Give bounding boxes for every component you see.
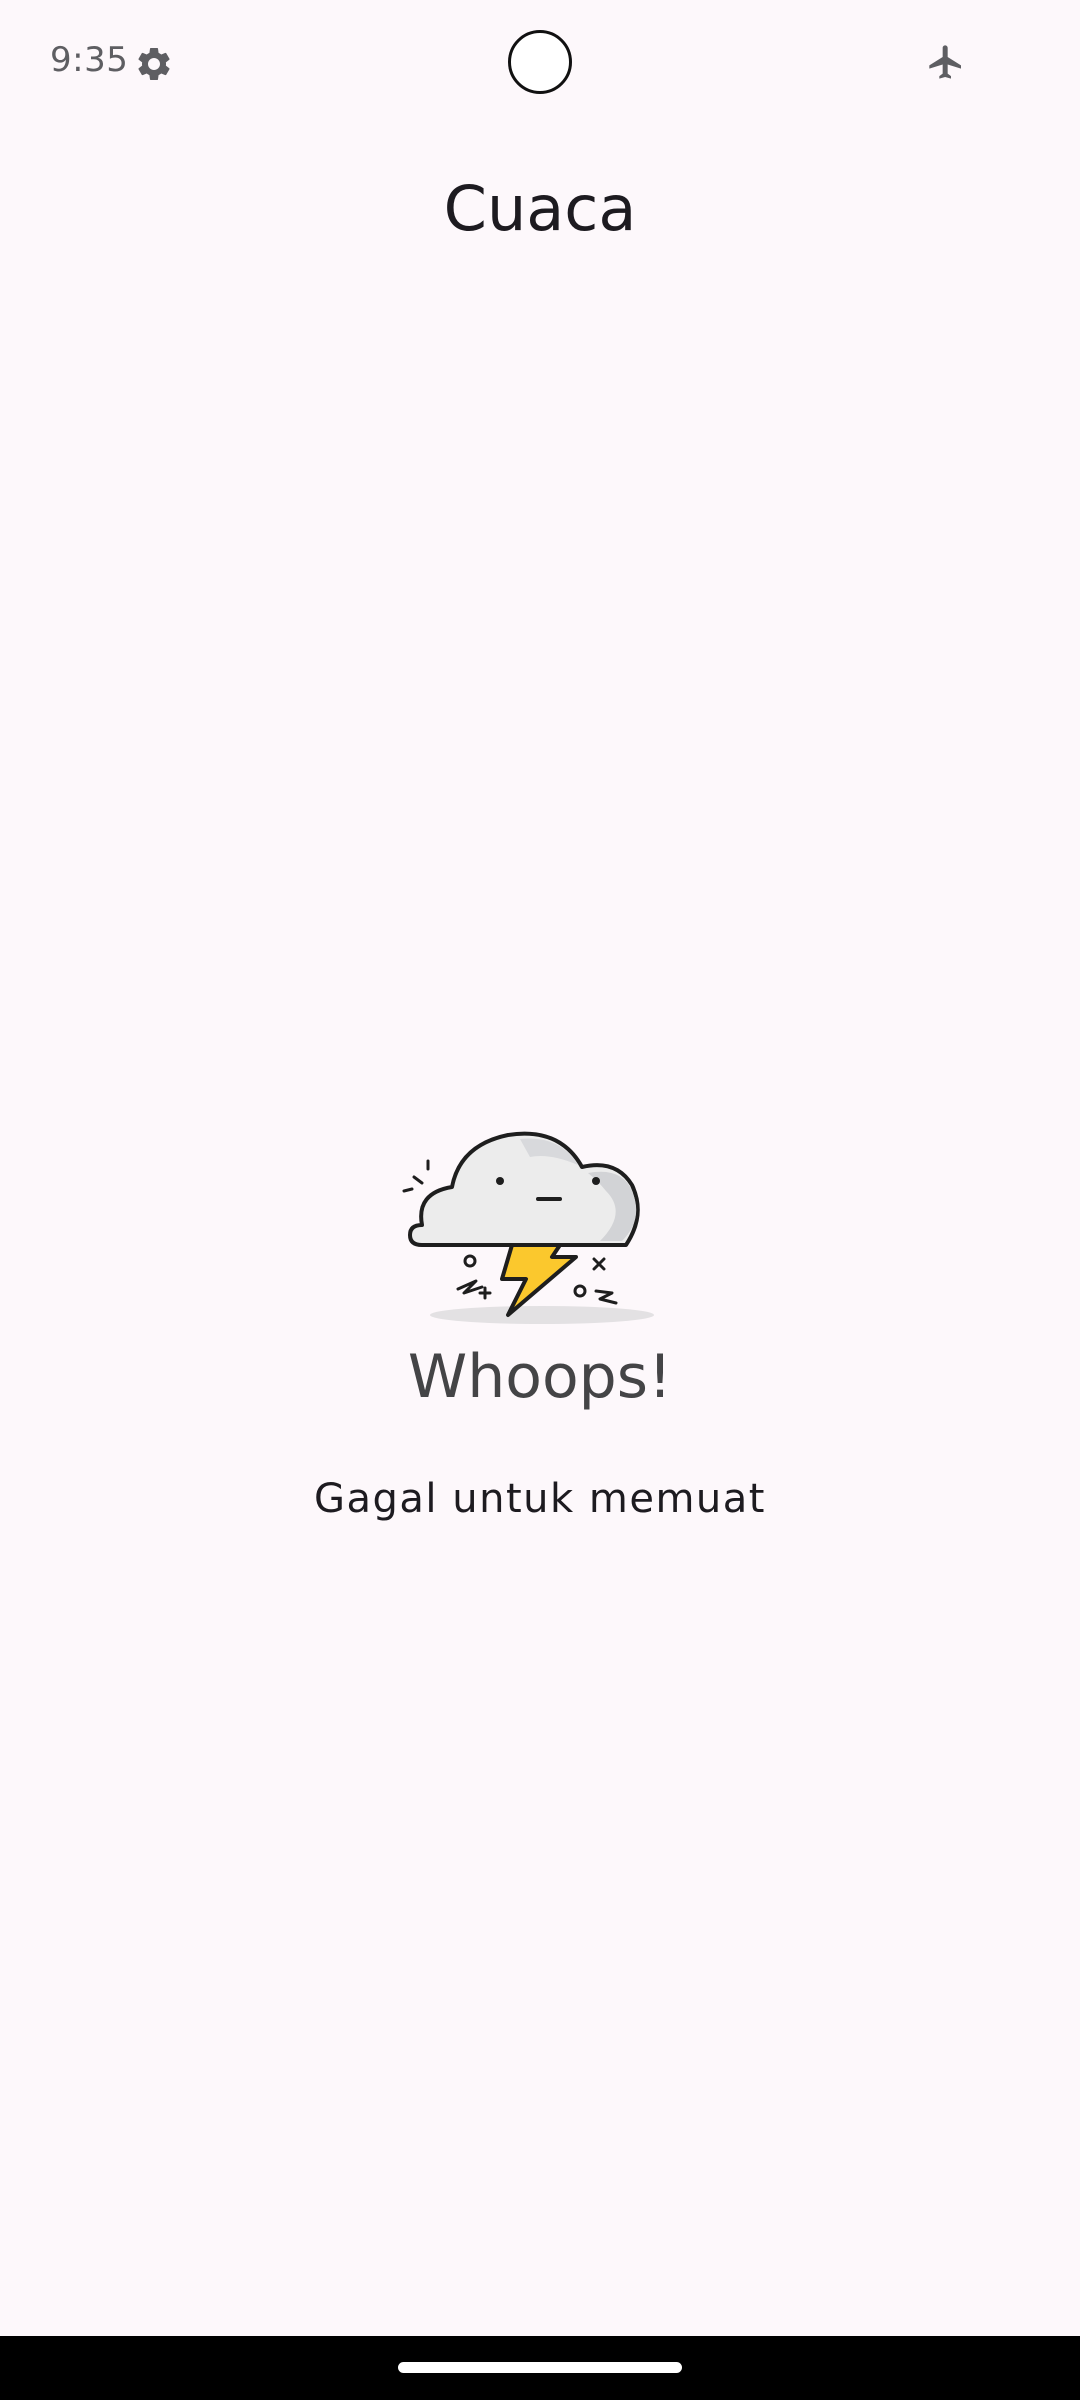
- home-gesture-handle[interactable]: [398, 2362, 682, 2373]
- airplane-mode-icon: [929, 45, 961, 79]
- error-message: Gagal untuk memuat: [314, 1476, 766, 1522]
- storm-cloud-lightning-icon: [402, 1131, 654, 1324]
- status-bar: 9:35: [0, 0, 1080, 130]
- page-title: Cuaca: [443, 172, 637, 245]
- error-heading: Whoops!: [407, 1342, 673, 1412]
- settings-gear-icon: [138, 47, 170, 80]
- status-time: 9:35: [50, 40, 129, 80]
- front-camera-cutout: [508, 30, 572, 94]
